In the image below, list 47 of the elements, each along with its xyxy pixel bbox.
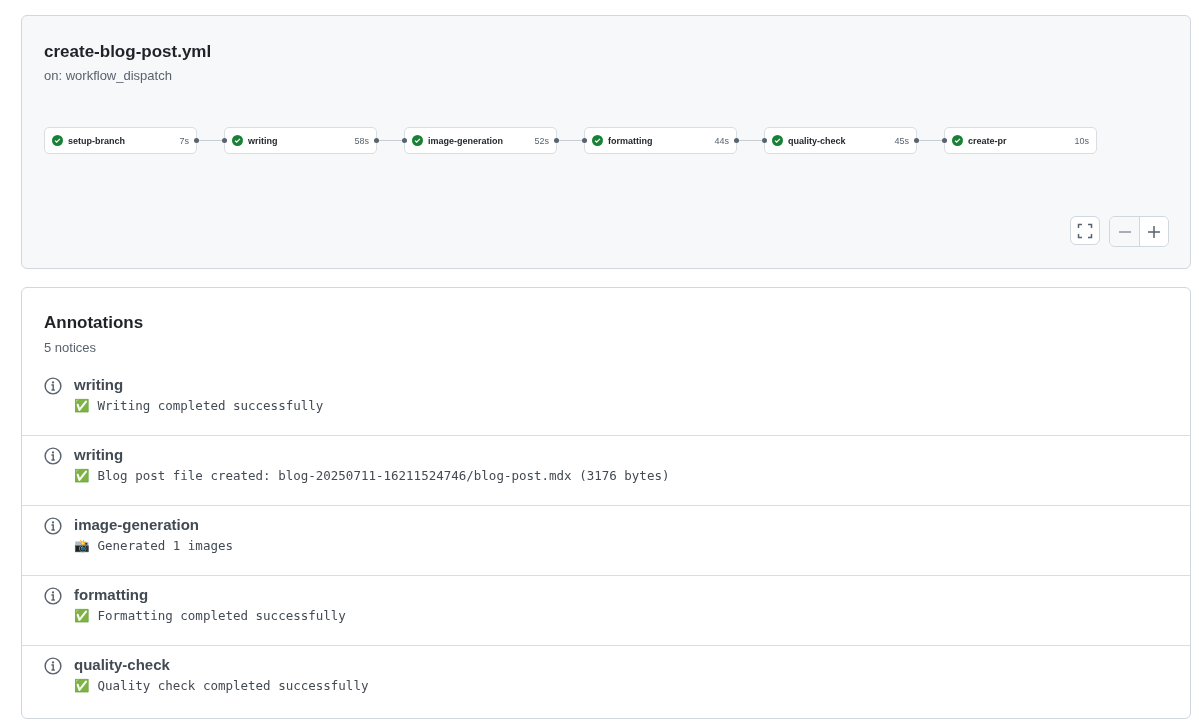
job-duration: 52s [534,135,549,146]
connector-line [554,138,587,143]
workflow-title: create-blog-post.yml [44,42,213,62]
job-name: create-pr [968,135,1008,146]
annotation-message: 📸 Generated 1 images [74,538,233,553]
job-name: setup-branch [68,135,126,146]
job-node[interactable]: image-generation 52s [404,127,557,154]
job-duration: 58s [354,135,369,146]
job-name: quality-check [788,135,847,146]
job-node[interactable]: create-pr 10s [944,127,1097,154]
job-name: image-generation [428,135,504,146]
job-duration: 7s [179,135,189,146]
job-node[interactable]: writing 58s [224,127,377,154]
info-icon [44,377,62,395]
connector-line [914,138,947,143]
annotation-title[interactable]: formatting [74,586,346,603]
job-duration: 44s [714,135,729,146]
connector-line [194,138,227,143]
job-name: writing [248,135,279,146]
annotation-message: ✅ Blog post file created: blog-20250711-16211524746/blog-post.mdx (3176 bytes) [74,468,670,483]
annotation-title[interactable]: writing [74,446,670,463]
connector-line [734,138,767,143]
info-icon [44,657,62,675]
annotation-title[interactable]: image-generation [74,516,233,533]
job-node[interactable]: setup-branch 7s [44,127,197,154]
annotation-title[interactable]: quality-check [74,656,369,673]
notice-count: 5 notices [44,340,98,355]
minus-icon [1118,230,1131,233]
fullscreen-button[interactable] [1070,216,1100,245]
annotation-message: ✅ Formatting completed successfully [74,608,346,623]
zoom-in-button[interactable] [1139,217,1168,246]
info-icon [44,517,62,535]
annotation-title[interactable]: writing [74,376,324,393]
annotations-heading: Annotations [44,313,145,333]
job-duration: 10s [1074,135,1089,146]
job-name: formatting [608,135,654,146]
job-node[interactable]: formatting 44s [584,127,737,154]
connector-line [374,138,407,143]
info-icon [44,587,62,605]
job-duration: 45s [894,135,909,146]
plus-icon [1147,224,1161,239]
info-icon [44,447,62,465]
workflow-trigger: on: workflow_dispatch [44,68,173,83]
annotation-message: ✅ Writing completed successfully [74,398,324,413]
annotation-message: ✅ Quality check completed successfully [74,678,369,693]
job-node[interactable]: quality-check 45s [764,127,917,154]
fullscreen-icon [1077,222,1093,239]
